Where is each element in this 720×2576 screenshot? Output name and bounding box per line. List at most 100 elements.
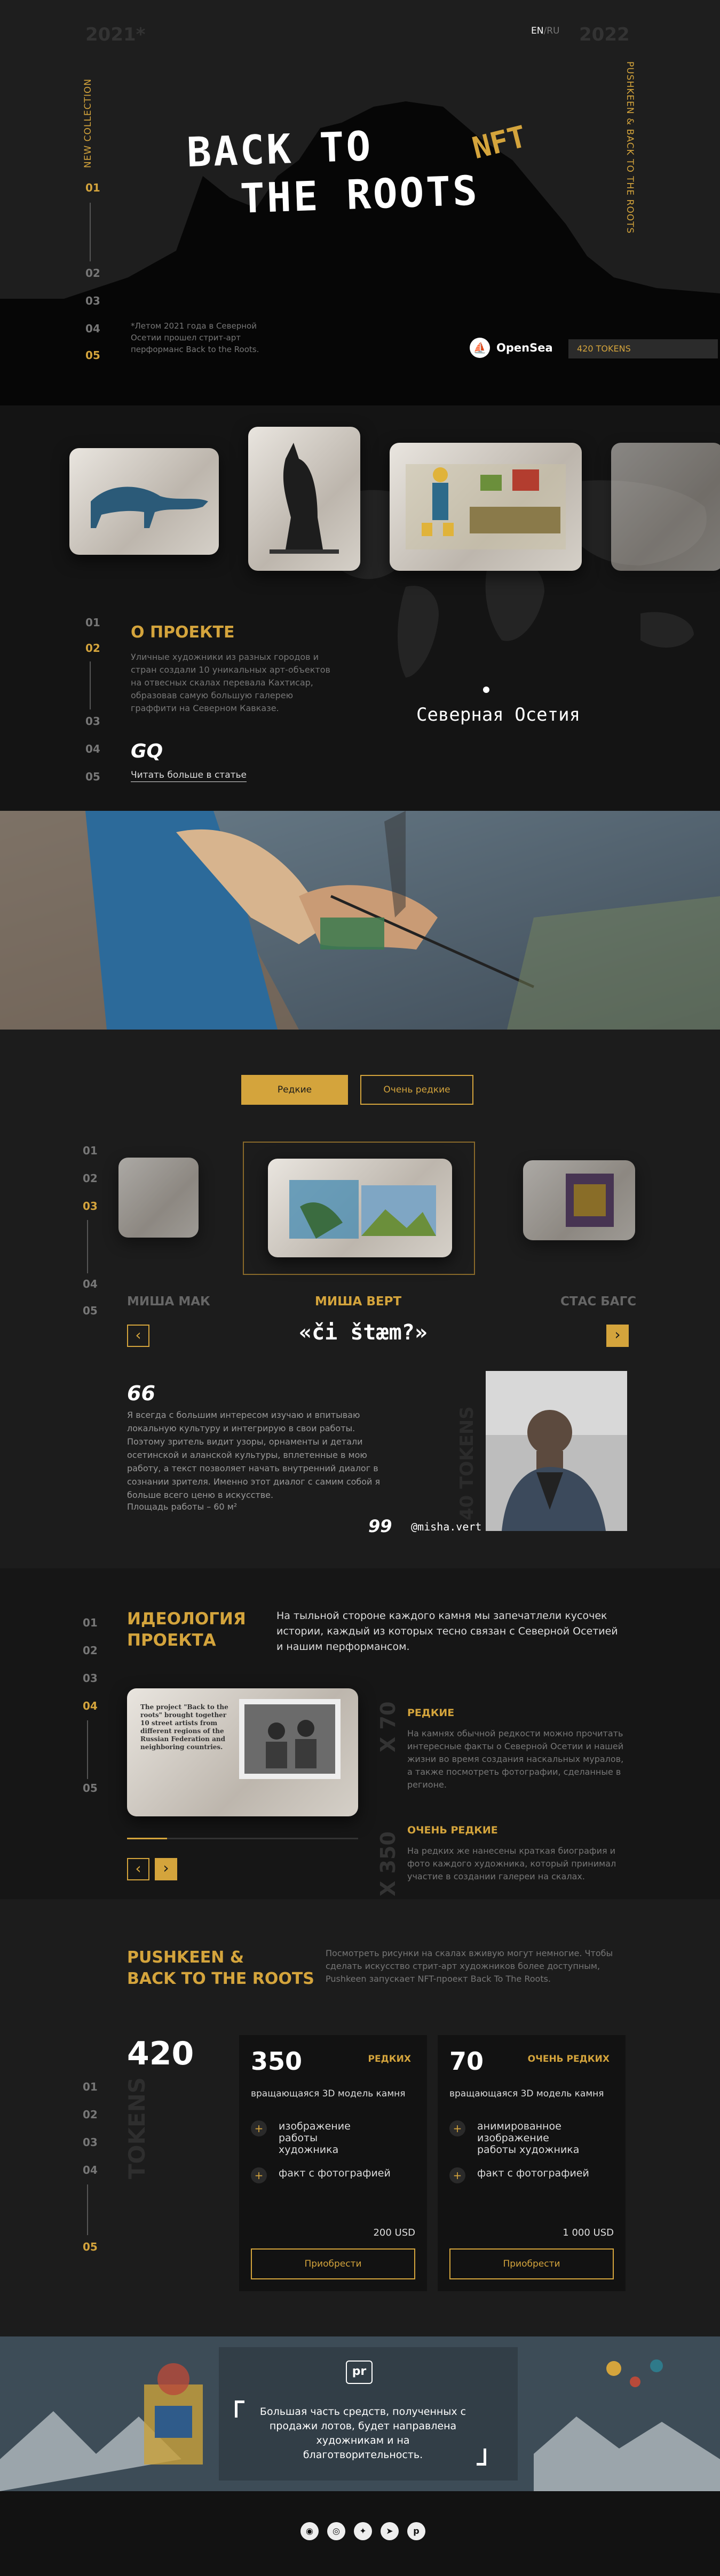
feature-text: изображение работы художника	[279, 2120, 351, 2156]
pricing-heading-line2: BACK TO THE ROOTS	[127, 1969, 314, 1988]
hero-title-line1: BACK TO	[186, 122, 374, 177]
page-02[interactable]: 02	[83, 1644, 98, 1657]
page-03[interactable]: 03	[83, 1200, 98, 1213]
pricing-card-rare: 350 РЕДКИХ вращающаяся 3D модель камня +…	[239, 2035, 427, 2291]
page-01[interactable]: 01	[83, 1144, 98, 1157]
artist-left[interactable]: МИША МАК	[127, 1295, 210, 1309]
twitter-icon[interactable]: ✦	[354, 2522, 372, 2540]
page-05[interactable]: 05	[83, 1782, 98, 1795]
ideology-progress-track	[127, 1838, 358, 1839]
telegram-icon[interactable]: ➤	[381, 2522, 399, 2540]
pricing-heading: PUSHKEEN & BACK TO THE ROOTS	[127, 1947, 314, 1990]
about-section: 01 02 03 04 05 О ПРОЕКТЕ Уличные художни…	[0, 405, 720, 811]
page-05[interactable]: 05	[83, 1304, 98, 1317]
page-04[interactable]: 04	[85, 322, 100, 335]
pricing-intro: Посмотреть рисунки на скалах вживую могу…	[326, 1948, 613, 1984]
about-heading: О ПРОЕКТЕ	[131, 623, 235, 642]
page-03[interactable]: 03	[85, 715, 100, 728]
tab-very-rare[interactable]: Очень редкие	[360, 1075, 473, 1105]
page-02[interactable]: 02	[85, 267, 100, 280]
card-rare-buy-button[interactable]: Приобрести	[251, 2248, 415, 2279]
page-04[interactable]: 04	[85, 743, 100, 755]
card-vrare-features: + анимированное изображение работы художн…	[449, 2120, 610, 2195]
card-vrare-count: 70	[449, 2047, 484, 2076]
reddit-icon[interactable]: ◉	[300, 2522, 319, 2540]
card-vrare-buy-button[interactable]: Приобрести	[449, 2248, 614, 2279]
stone-selected[interactable]	[268, 1159, 452, 1257]
page-02[interactable]: 02	[83, 2108, 98, 2121]
instagram-icon[interactable]: ◎	[327, 2522, 345, 2540]
page-01[interactable]: 01	[83, 1616, 98, 1629]
stone-wolf[interactable]	[248, 427, 360, 571]
pricing-heading-line1: PUSHKEEN &	[127, 1948, 244, 1967]
stone-partial[interactable]	[611, 443, 720, 571]
artist-right[interactable]: СТАС БАГС	[560, 1295, 636, 1309]
page-02[interactable]: 02	[85, 642, 100, 655]
year-left: 2021*	[85, 24, 146, 45]
stone-left-thumb[interactable]	[118, 1158, 199, 1238]
feature-text: факт с фотографией	[279, 2167, 391, 2179]
stone-back-text: The project "Back to the roots" brought …	[140, 1703, 228, 1751]
total-tokens: 420	[127, 2035, 194, 2072]
page-05[interactable]: 05	[83, 2240, 98, 2253]
gallery-next-button[interactable]: ›	[606, 1325, 629, 1347]
artist-center[interactable]: МИША ВЕРТ	[315, 1295, 401, 1309]
hero-section: 2021* 2022 EN/RU NEW COLLECTION PUSHKEEN…	[0, 0, 720, 405]
total-tokens-label: TOKENS	[124, 2077, 150, 2179]
year-right: 2022	[579, 24, 630, 45]
rare-text: На камнях обычной редкости можно прочита…	[407, 1728, 624, 1790]
pricing-section: PUSHKEEN & BACK TO THE ROOTS Посмотреть …	[0, 1899, 720, 2336]
artist-painting-photo	[0, 811, 720, 1030]
page-01[interactable]: 01	[85, 181, 100, 194]
x70-label: X 70	[376, 1701, 400, 1752]
hero-footnote: *Летом 2021 года в Северной Осетии проше…	[131, 321, 259, 354]
gq-logo: GQ	[131, 740, 163, 762]
page-05[interactable]: 05	[85, 770, 100, 783]
side-label-left: NEW COLLECTION	[83, 78, 93, 168]
ideology-next-button[interactable]: ›	[155, 1858, 177, 1880]
bracket-top-left	[235, 2400, 244, 2418]
ideology-section: 01 02 03 04 05 ИДЕОЛОГИЯ ПРОЕКТА На тыль…	[0, 1568, 720, 1899]
page-03[interactable]: 03	[83, 1672, 98, 1685]
stone-horse[interactable]	[69, 448, 219, 555]
stone-selected-frame[interactable]	[243, 1142, 475, 1275]
page-01[interactable]: 01	[85, 616, 100, 629]
card-vrare-price: 1 000 USD	[563, 2227, 614, 2238]
ideology-progress-fill	[127, 1838, 167, 1839]
ideology-prev-button[interactable]: ‹	[127, 1858, 149, 1880]
stone-back-side[interactable]: The project "Back to the roots" brought …	[127, 1688, 358, 1816]
pushkeen-icon[interactable]: p	[407, 2522, 425, 2540]
lang-ru[interactable]: RU	[547, 26, 559, 36]
quote-close-icon: 99	[368, 1516, 392, 1536]
bracket-bottom-right	[477, 2449, 486, 2466]
gallery-prev-button[interactable]: ‹	[127, 1325, 149, 1347]
card-rare-subtitle: вращающаяся 3D модель камня	[251, 2088, 406, 2099]
page-04[interactable]: 04	[83, 2164, 98, 2176]
stone-right-thumb[interactable]	[523, 1160, 635, 1240]
pushkeen-logo: pr	[346, 2360, 373, 2384]
page-04[interactable]: 04	[83, 1700, 98, 1712]
plus-icon: +	[449, 2120, 465, 2136]
page-03[interactable]: 03	[83, 2136, 98, 2149]
page-01[interactable]: 01	[83, 2080, 98, 2093]
stone-warrior[interactable]	[390, 443, 582, 571]
quote-open-icon: 66	[127, 1382, 155, 1405]
tab-rare[interactable]: Редкие	[241, 1075, 348, 1105]
x350-label: X 350	[376, 1831, 400, 1896]
ideology-heading-line2: ПРОЕКТА	[127, 1631, 216, 1650]
page-05[interactable]: 05	[85, 349, 100, 362]
read-more-link[interactable]: Читать больше в статье	[131, 770, 247, 782]
page-04[interactable]: 04	[83, 1278, 98, 1290]
lang-en[interactable]: EN	[531, 26, 543, 36]
feature-text: анимированное изображение работы художни…	[477, 2120, 580, 2156]
ideology-intro: На тыльной стороне каждого камня мы запе…	[276, 1610, 618, 1653]
card-rare-feature: + изображение работы художника	[251, 2120, 411, 2156]
page-02[interactable]: 02	[83, 1172, 98, 1185]
map-location-dot[interactable]	[483, 687, 489, 693]
gallery-section: Редкие Очень редкие 01 02 03 04 05 МИША …	[0, 1030, 720, 1568]
stone-back-photo	[239, 1699, 341, 1779]
page-03[interactable]: 03	[85, 294, 100, 307]
opensea-link[interactable]: ⛵ OpenSea	[470, 336, 553, 360]
very-rare-text: На редких же нанесены краткая биография …	[407, 1846, 616, 1881]
card-vrare-type: ОЧЕНЬ РЕДКИХ	[527, 2054, 610, 2064]
